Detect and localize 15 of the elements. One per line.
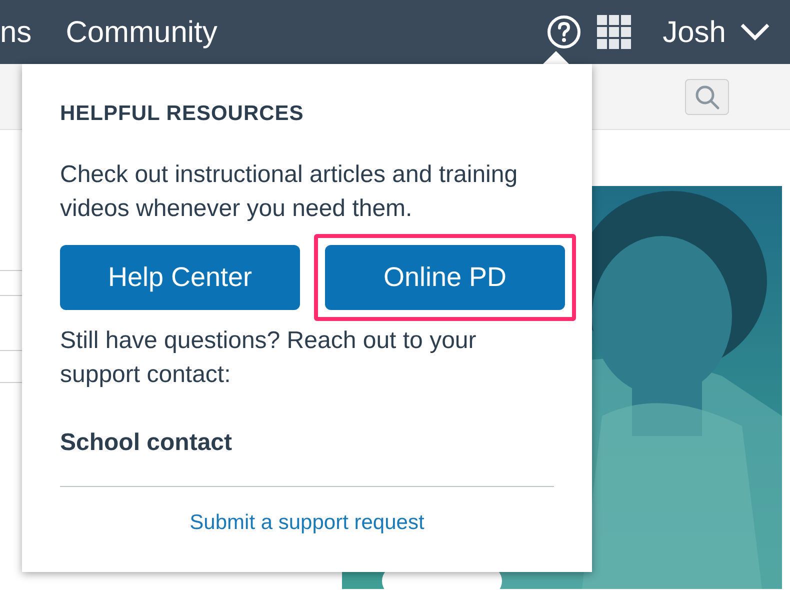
intro-text: Check out instructional articles and training videos whenever you need them.	[60, 160, 519, 224]
contact-label: School contact	[60, 428, 234, 458]
help-icon[interactable]	[546, 14, 582, 50]
chevron-down-icon	[740, 23, 770, 41]
search-icon	[694, 84, 720, 110]
user-menu-button[interactable]: Josh	[662, 10, 790, 54]
apps-grid-icon[interactable]	[596, 15, 631, 49]
popover-heading: HELPFUL RESOURCES	[60, 101, 305, 127]
resource-button[interactable]: Help Center	[60, 244, 300, 310]
nav-link[interactable]: Community	[66, 10, 218, 54]
search-button[interactable]	[685, 78, 729, 114]
question-text: Still have questions? Reach out to your support contact:	[60, 326, 478, 390]
support-request-link[interactable]: Submit a support request	[190, 506, 424, 538]
nav-link[interactable]: ns	[0, 10, 32, 54]
resource-button[interactable]: Online PD	[325, 244, 565, 310]
